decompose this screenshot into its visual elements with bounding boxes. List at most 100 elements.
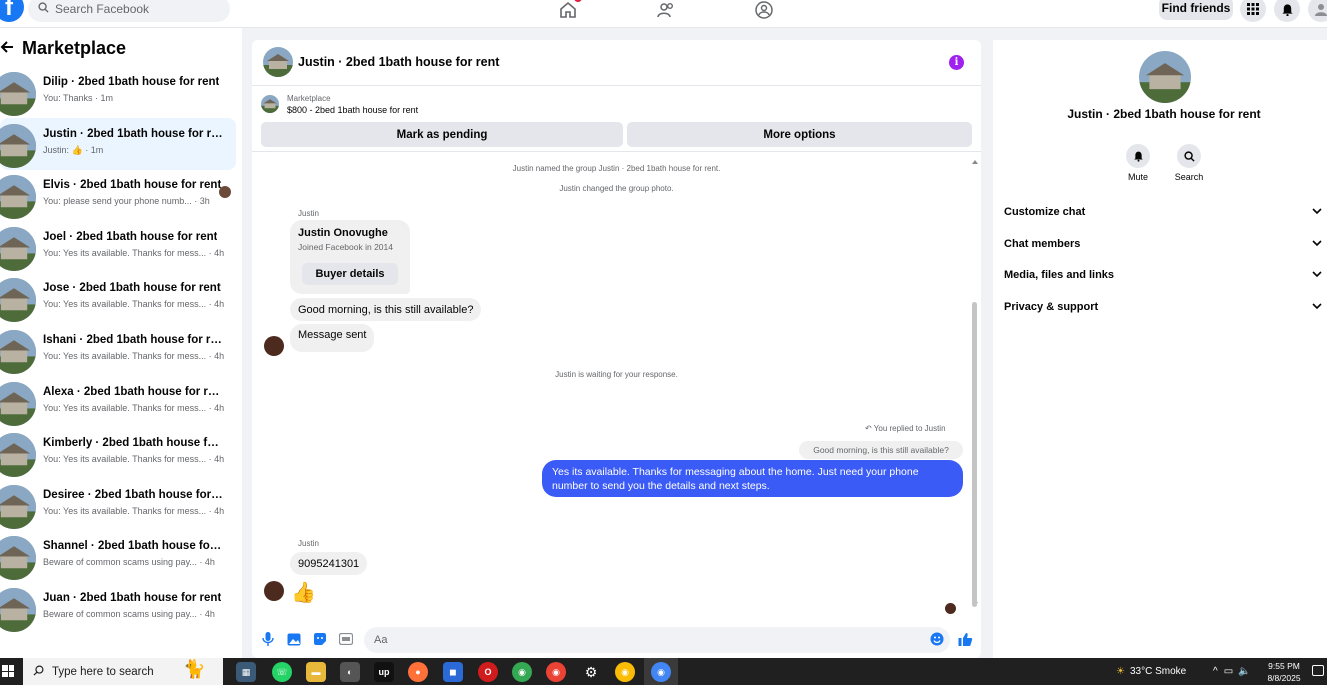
listing-title[interactable]: $800 - 2bed 1bath house for rent [287,105,418,115]
conversation-item[interactable]: Joel · 2bed 1bath house for rent You: Yes… [0,221,236,273]
menu-grid-icon[interactable] [1240,0,1266,22]
mark-as-pending-button[interactable]: Mark as pending [261,122,623,147]
taskbar-search-input[interactable]: Type here to search 🐈 [23,658,223,685]
buyer-name[interactable]: Justin Onovughe [298,227,388,239]
chat-title[interactable]: Justin · 2bed 1bath house for rent [298,55,499,69]
marketplace-listing-bar: Marketplace $800 - 2bed 1bath house for … [252,86,981,152]
thumbs-up-reaction[interactable]: 👍 [291,580,316,605]
conversation-preview: Beware of common scams using pay... · 4h [43,609,215,619]
conversation-preview: You: Yes its available. Thanks for mess.… [43,299,225,310]
more-options-button[interactable]: More options [627,122,972,147]
like-thumb-icon[interactable] [957,631,973,647]
details-section-row[interactable]: Customize chat [1004,206,1322,218]
friends-icon[interactable] [654,0,678,22]
listing-thumbnail[interactable] [261,95,279,113]
taskbar-clock[interactable]: 9:55 PM 8/8/2025 [1262,660,1306,684]
whatsapp-app-icon[interactable]: ☏ [272,662,292,682]
notification-center-icon[interactable] [1312,665,1324,676]
bell-icon [1126,144,1150,168]
home-icon[interactable] [556,0,582,22]
info-icon[interactable]: i [949,55,964,70]
settings-gear-icon[interactable]: ⚙ [581,662,601,682]
calculator-app-icon[interactable]: ▦ [236,662,256,682]
conversation-item[interactable]: Shannel · 2bed 1bath house for rent Bewar… [0,530,236,582]
incoming-message[interactable]: Good morning, is this still available? [290,298,482,321]
chevron-down-icon [1312,206,1322,218]
conversation-title: Kimberly · 2bed 1bath house for re... [43,437,223,450]
conversation-avatar [0,226,36,271]
conversation-preview: You: Yes its available. Thanks for mess.… [43,402,225,413]
scrollbar-thumb[interactable] [972,302,977,607]
details-avatar[interactable] [1139,51,1191,103]
conversation-item[interactable]: Dilip · 2bed 1bath house for rent You: Th… [0,66,236,118]
marketplace-label: Marketplace [287,94,331,103]
search-facebook-input[interactable]: Search Facebook [28,0,230,22]
search-conversation-button[interactable]: Search [1164,144,1214,182]
reply-indicator: ↶ You replied to Justin [865,424,946,433]
conversation-item[interactable]: Elvis · 2bed 1bath house for rent You: pl… [0,169,236,221]
account-avatar[interactable] [1308,0,1327,22]
sticker-icon[interactable] [312,631,328,647]
sender-avatar[interactable] [264,336,284,356]
chevron-down-icon [1312,301,1322,313]
chrome-app-icon[interactable]: ◉ [512,662,532,682]
conversation-avatar [0,123,36,168]
conversation-item[interactable]: Kimberly · 2bed 1bath house for re... You… [0,427,236,479]
system-tray[interactable]: ^ ▭ 🔈 [1213,658,1251,685]
conversation-item[interactable]: Justin · 2bed 1bath house for rent Justin… [0,117,236,170]
windows-start-icon[interactable] [2,665,14,677]
details-section-row[interactable]: Privacy & support [1004,301,1322,313]
file-explorer-icon[interactable]: ▬ [306,662,326,682]
conversation-item[interactable]: Desiree · 2bed 1bath house for rent You: … [0,479,236,531]
incoming-message[interactable]: Message sent [290,324,375,352]
chevron-down-icon [1312,269,1322,281]
conversation-item[interactable]: Jose · 2bed 1bath house for rent You: Yes… [0,272,236,324]
volume-icon: 🔈 [1238,666,1251,677]
opera-app-icon[interactable]: O [478,662,498,682]
chat-avatar[interactable] [263,47,293,77]
read-receipt-avatar [219,186,231,199]
outgoing-message[interactable]: Yes its available. Thanks for messaging … [542,460,963,497]
sender-name: Justin [298,209,319,218]
photo-icon[interactable] [286,631,302,647]
details-section-row[interactable]: Chat members [1004,238,1322,250]
app-icon[interactable]: ◐ [340,662,360,682]
chat-details-panel: Justin · 2bed 1bath house for rent Mute … [993,40,1327,658]
conversation-item[interactable]: Alexa · 2bed 1bath house for rent You: Ye… [0,376,236,428]
groups-icon[interactable] [752,0,776,22]
upwork-app-icon[interactable]: up [374,662,394,682]
conversation-item[interactable]: Juan · 2bed 1bath house for rent Beware o… [0,582,236,634]
message-input[interactable]: Aa [364,627,950,653]
back-arrow-icon[interactable] [0,38,22,59]
sender-avatar[interactable] [264,581,284,601]
conversation-avatar [0,536,36,581]
app-icon[interactable]: ◼ [443,662,463,682]
conversation-title: Shannel · 2bed 1bath house for rent [43,540,223,553]
conversation-preview: You: Yes its available. Thanks for mess.… [43,505,225,516]
reply-arrow-icon: ↶ [865,424,872,433]
microphone-icon[interactable] [260,631,276,647]
gif-icon[interactable] [338,631,354,647]
chrome-app-icon[interactable]: ◉ [651,662,671,682]
details-section-row[interactable]: Media, files and links [1004,269,1322,281]
chrome-app-icon[interactable]: ◉ [615,662,635,682]
mute-button[interactable]: Mute [1113,144,1163,182]
quoted-message[interactable]: Good morning, is this still available? [799,441,963,459]
conversation-preview: Justin: 👍 · 1m [43,144,104,155]
facebook-logo[interactable]: f [0,0,24,22]
conversation-item[interactable]: Ishani · 2bed 1bath house for rent You: Y… [0,324,236,376]
firefox-app-icon[interactable]: ● [408,662,428,682]
chrome-app-icon[interactable]: ◉ [546,662,566,682]
emoji-icon[interactable] [929,631,945,647]
cat-widget-icon: 🐈 [183,659,206,679]
buyer-details-button[interactable]: Buyer details [302,263,398,285]
notifications-bell-icon[interactable] [1274,0,1300,22]
conversation-avatar [0,381,36,426]
incoming-message[interactable]: 9095241301 [290,552,368,575]
details-section-label: Customize chat [1004,206,1086,218]
conversation-title: Justin · 2bed 1bath house for rent [43,127,223,140]
conversation-preview: Beware of common scams using pay... · 4h [43,557,215,568]
conversation-avatar [0,72,36,116]
weather-widget[interactable]: ☀ 33°C Smoke [1116,658,1186,685]
find-friends-button[interactable]: Find friends [1159,0,1233,20]
